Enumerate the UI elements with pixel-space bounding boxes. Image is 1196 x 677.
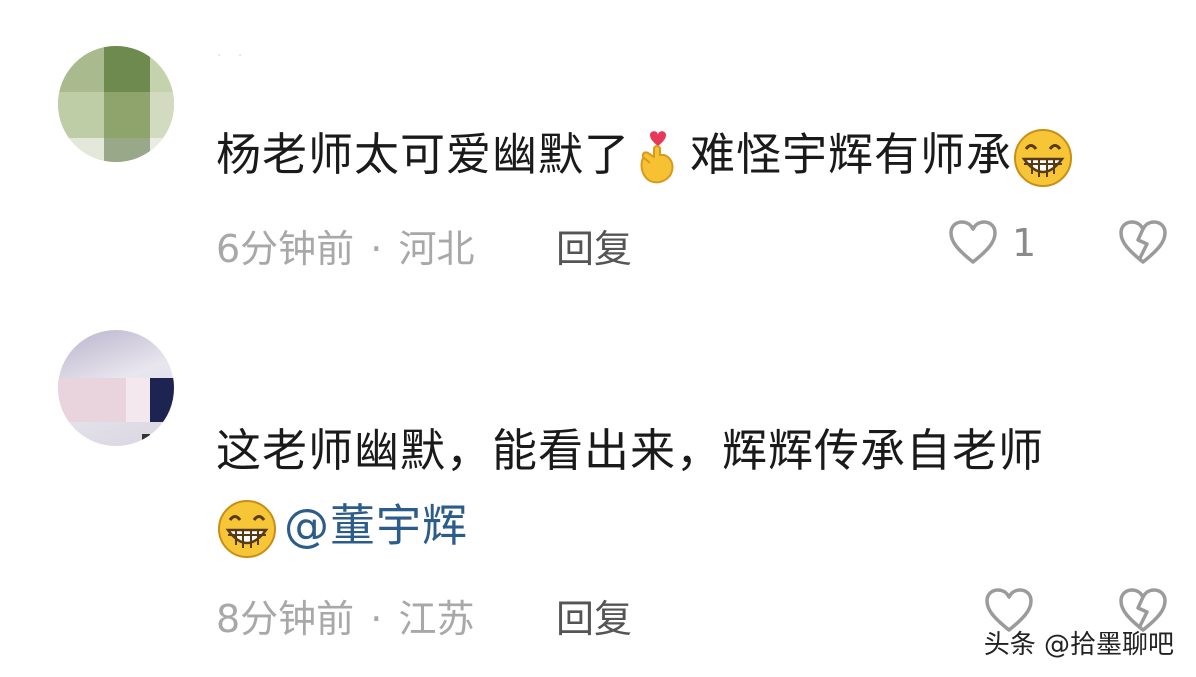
comment-text: 杨老师太可爱幽默了 难怪宇辉有师承 <box>216 124 1074 189</box>
comment-time: 8分钟前 <box>216 597 355 641</box>
avatar-image <box>58 46 174 162</box>
comment-text-part-1: 杨老师太可爱幽默了 <box>216 128 631 181</box>
meta-separator: · <box>370 597 383 641</box>
avatar[interactable] <box>48 330 188 458</box>
reply-button[interactable]: 回复 <box>556 218 632 273</box>
comment-location: 江苏 <box>398 597 475 641</box>
reply-button[interactable]: 回复 <box>556 588 632 643</box>
like-count: 1 <box>1012 221 1037 265</box>
finger-heart-emoji-icon <box>640 131 674 184</box>
comment-meta: 8分钟前 · 江苏 <box>216 588 474 643</box>
watermark: 头条 @拾墨聊吧 <box>983 630 1174 660</box>
grinning-face-emoji-icon <box>218 500 276 558</box>
broken-heart-icon <box>1119 220 1167 264</box>
meta-separator: · <box>370 227 383 271</box>
comment-text-part-2: 难怪宇辉有师承 <box>690 128 1013 181</box>
comment-meta: 6分钟前 · 河北 <box>216 218 474 273</box>
heart-icon <box>949 220 997 264</box>
comment-location: 河北 <box>398 227 475 271</box>
username-placeholder: · · <box>217 48 249 64</box>
comment-time: 6分钟前 <box>216 227 355 271</box>
dislike-button[interactable] <box>1118 220 1168 270</box>
avatar[interactable] <box>48 46 188 174</box>
comment-text-line-2: @董宇辉 <box>216 495 468 560</box>
grinning-face-emoji-icon <box>1014 129 1073 187</box>
comment-text-line-1: 这老师幽默，能看出来，辉辉传承自老师 <box>216 424 1045 477</box>
comment-text: 这老师幽默，能看出来，辉辉传承自老师 <box>216 420 1044 482</box>
mention-link[interactable]: @董宇辉 <box>284 499 468 552</box>
like-button[interactable]: 1 <box>948 220 1036 266</box>
avatar-image <box>58 330 174 446</box>
